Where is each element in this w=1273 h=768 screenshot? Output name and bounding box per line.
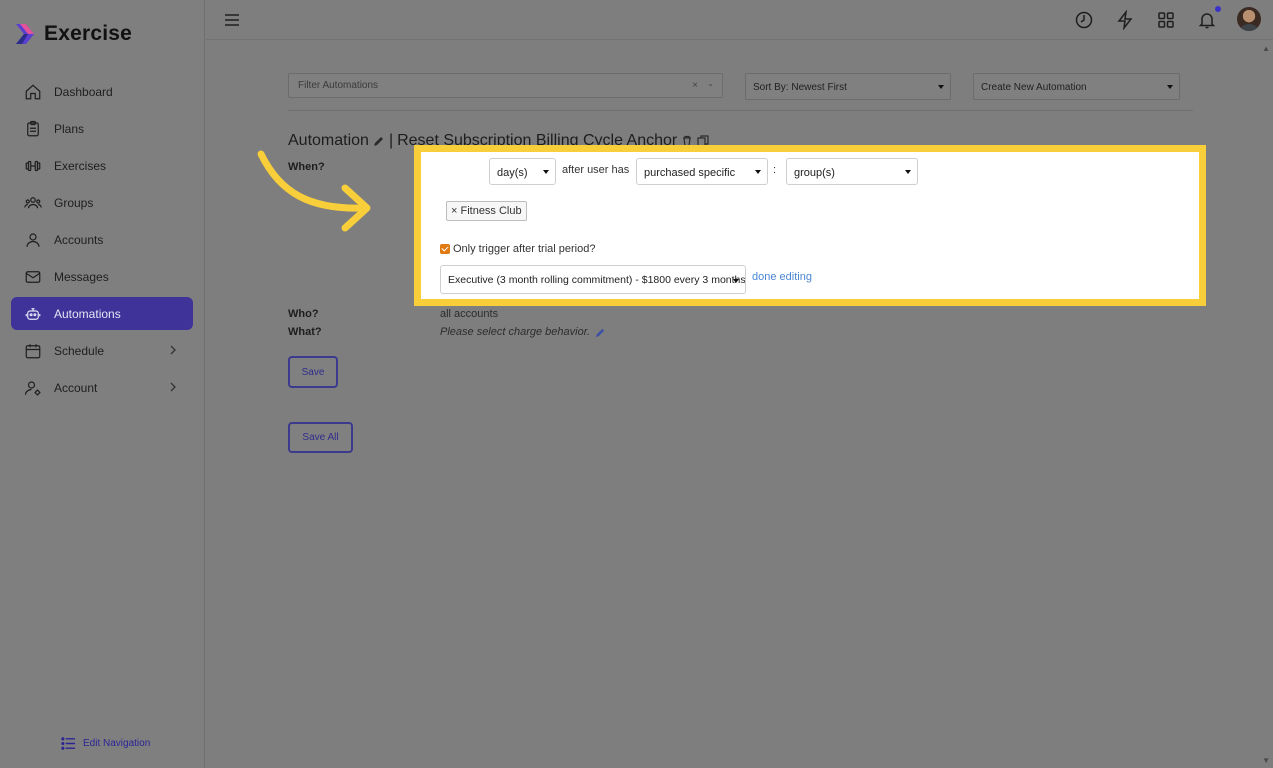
sidebar-item-label: Groups bbox=[54, 195, 94, 210]
sidebar-item-account[interactable]: Account bbox=[11, 371, 193, 404]
sidebar-item-label: Schedule bbox=[54, 343, 105, 358]
who-value: all accounts bbox=[440, 308, 499, 320]
top-bar bbox=[206, 0, 1273, 40]
colon-text: : bbox=[773, 164, 777, 176]
list-icon bbox=[61, 737, 76, 750]
chevron-right-icon bbox=[170, 382, 176, 392]
sidebar-item-label: Exercises bbox=[54, 158, 107, 173]
what-value: Please select charge behavior. bbox=[440, 326, 591, 338]
brand-name: Exercise bbox=[44, 22, 133, 45]
logo-mark-icon bbox=[16, 24, 34, 44]
plan-select[interactable]: Executive (3 month rolling commitment) -… bbox=[440, 265, 746, 294]
title-separator: | bbox=[388, 132, 394, 149]
save-all-button[interactable]: Save All bbox=[288, 422, 353, 453]
sidebar-item-label: Automations bbox=[54, 306, 121, 321]
what-label: What? bbox=[288, 326, 322, 338]
notification-dot bbox=[1215, 6, 1221, 12]
sidebar-item-label: Plans bbox=[54, 121, 85, 136]
bell-icon[interactable] bbox=[1197, 10, 1217, 30]
clear-filter-icon[interactable]: × bbox=[692, 80, 698, 91]
delay-unit-value: day(s) bbox=[497, 167, 528, 179]
sidebar: Exercise Dashboard Plans Exercises Group… bbox=[0, 0, 205, 768]
delay-unit-select[interactable]: day(s) bbox=[489, 158, 556, 185]
lightning-icon[interactable] bbox=[1115, 10, 1135, 30]
sidebar-item-automations[interactable]: Automations bbox=[11, 297, 193, 330]
sidebar-item-exercises[interactable]: Exercises bbox=[11, 149, 193, 182]
dropdown-caret-icon bbox=[543, 170, 549, 174]
dropdown-caret-icon bbox=[905, 170, 911, 174]
sidebar-item-schedule[interactable]: Schedule bbox=[11, 334, 193, 367]
dropdown-caret-icon bbox=[733, 279, 739, 283]
sidebar-item-accounts[interactable]: Accounts bbox=[11, 223, 193, 256]
divider bbox=[288, 110, 1193, 111]
grid-icon[interactable] bbox=[1156, 10, 1176, 30]
home-icon bbox=[25, 83, 41, 99]
dumbbell-icon bbox=[25, 160, 41, 171]
after-user-has-text: after user has bbox=[562, 164, 630, 176]
edit-navigation-link[interactable]: Edit Navigation bbox=[61, 736, 150, 751]
menu-icon[interactable] bbox=[224, 11, 240, 29]
who-label: Who? bbox=[288, 308, 319, 320]
save-button[interactable]: Save bbox=[288, 356, 338, 388]
chevron-right-icon bbox=[170, 345, 176, 355]
sidebar-item-messages[interactable]: Messages bbox=[11, 260, 193, 293]
clock-icon[interactable] bbox=[1074, 10, 1094, 30]
sort-select[interactable]: Sort By: Newest First bbox=[745, 73, 951, 100]
clipboard-icon bbox=[27, 120, 39, 136]
filter-automations-input[interactable]: Filter Automations × ⌄ bbox=[288, 73, 723, 98]
user-gear-icon bbox=[24, 380, 41, 395]
trigger-target-select[interactable]: group(s) bbox=[786, 158, 918, 185]
plan-select-value: Executive (3 month rolling commitment) -… bbox=[448, 274, 746, 286]
sidebar-item-groups[interactable]: Groups bbox=[11, 186, 193, 219]
chevron-down-icon[interactable]: ⌄ bbox=[707, 79, 714, 88]
pencil-icon[interactable] bbox=[373, 135, 385, 147]
sidebar-item-label: Messages bbox=[54, 269, 109, 284]
robot-icon bbox=[25, 307, 41, 320]
mail-icon bbox=[25, 270, 41, 283]
trial-period-checkbox[interactable] bbox=[440, 244, 450, 254]
scroll-down-arrow-icon[interactable]: ▼ bbox=[1262, 756, 1270, 765]
user-icon bbox=[26, 232, 40, 247]
dropdown-caret-icon bbox=[755, 170, 761, 174]
trial-period-label: Only trigger after trial period? bbox=[453, 243, 596, 255]
filter-placeholder: Filter Automations bbox=[298, 80, 379, 91]
avatar[interactable] bbox=[1237, 7, 1261, 31]
sidebar-item-label: Accounts bbox=[54, 232, 104, 247]
done-editing-link[interactable]: done editing bbox=[752, 271, 812, 283]
sidebar-nav: Dashboard Plans Exercises Groups Account… bbox=[11, 75, 193, 408]
calendar-icon bbox=[25, 343, 41, 358]
sidebar-item-label: Account bbox=[54, 380, 98, 395]
create-automation-value: Create New Automation bbox=[981, 82, 1087, 93]
dropdown-caret-icon bbox=[938, 85, 944, 89]
trigger-target-value: group(s) bbox=[794, 167, 835, 179]
sort-select-value: Sort By: Newest First bbox=[753, 82, 847, 93]
sidebar-item-dashboard[interactable]: Dashboard bbox=[11, 75, 193, 108]
sidebar-item-label: Dashboard bbox=[54, 84, 113, 99]
group-tag-fitness-club[interactable]: × Fitness Club bbox=[446, 201, 527, 221]
pencil-icon[interactable] bbox=[595, 327, 606, 338]
dropdown-caret-icon bbox=[1167, 85, 1173, 89]
brand-logo[interactable]: Exercise bbox=[14, 22, 132, 46]
trigger-action-value: purchased specific bbox=[644, 167, 736, 179]
annotation-arrow-icon bbox=[257, 150, 371, 232]
trigger-action-select[interactable]: purchased specific bbox=[636, 158, 768, 185]
edit-navigation-label: Edit Navigation bbox=[83, 738, 151, 749]
group-icon bbox=[24, 196, 42, 208]
sidebar-item-plans[interactable]: Plans bbox=[11, 112, 193, 145]
scroll-up-arrow-icon[interactable]: ▲ bbox=[1262, 44, 1270, 53]
what-value-row[interactable]: Please select charge behavior. bbox=[440, 326, 606, 338]
create-automation-select[interactable]: Create New Automation bbox=[973, 73, 1180, 100]
